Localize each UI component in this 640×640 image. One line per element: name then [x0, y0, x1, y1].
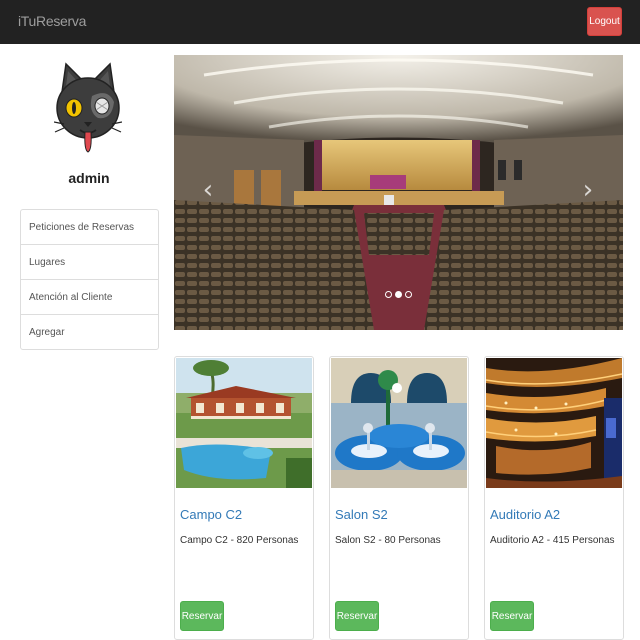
reservar-button-campo[interactable]: Reservar — [180, 601, 224, 631]
sidebar-item-lugares[interactable]: Lugares — [20, 244, 159, 280]
carousel-indicator[interactable] — [385, 291, 392, 298]
carousel-slide-image — [174, 55, 623, 330]
logout-button[interactable]: Logout — [587, 7, 622, 36]
venue-card-campo: Campo C2 Campo C2 - 820 Personas Reserva… — [174, 356, 314, 640]
carousel-prev-chevron-left-icon[interactable]: ‹ — [198, 175, 218, 205]
venue-card-salon: Salon S2 Salon S2 - 80 Personas Reservar — [329, 356, 469, 640]
carousel-indicator-active[interactable] — [395, 291, 402, 298]
carousel-indicator[interactable] — [405, 291, 412, 298]
reservar-button-auditorio[interactable]: Reservar — [490, 601, 534, 631]
venue-desc-auditorio: Auditorio A2 - 415 Personas — [490, 535, 615, 546]
venue-card-auditorio: Auditorio A2 Auditorio A2 - 415 Personas… — [484, 356, 624, 640]
venue-desc-campo: Campo C2 - 820 Personas — [180, 535, 299, 546]
venue-title-auditorio[interactable]: Auditorio A2 — [490, 507, 560, 522]
sidebar-item-atencion[interactable]: Atención al Cliente — [20, 279, 159, 315]
navbar: iTuReserva Logout — [0, 0, 640, 44]
venue-image-salon — [331, 358, 467, 488]
venue-image-campo — [176, 358, 312, 488]
carousel: ‹ › — [174, 55, 623, 330]
username-label: admin — [68, 170, 110, 186]
sidebar-menu: Peticiones de Reservas Lugares Atención … — [20, 209, 159, 350]
carousel-next-chevron-right-icon[interactable]: › — [578, 175, 598, 205]
venue-image-auditorio — [486, 358, 622, 488]
sidebar-item-peticiones[interactable]: Peticiones de Reservas — [20, 209, 159, 245]
sidebar-item-agregar[interactable]: Agregar — [20, 314, 159, 350]
venue-title-campo[interactable]: Campo C2 — [180, 507, 242, 522]
carousel-indicators — [385, 291, 412, 298]
brand-link[interactable]: iTuReserva — [18, 13, 86, 29]
venue-desc-salon: Salon S2 - 80 Personas — [335, 535, 441, 546]
reservar-button-salon[interactable]: Reservar — [335, 601, 379, 631]
avatar-cat-icon — [53, 58, 123, 170]
venue-title-salon[interactable]: Salon S2 — [335, 507, 388, 522]
